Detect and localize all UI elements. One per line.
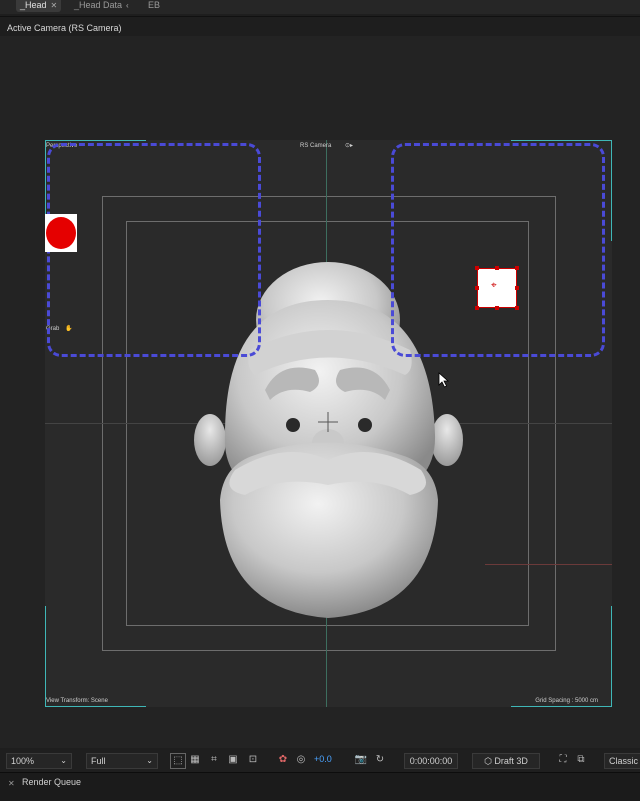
- tab-eb[interactable]: EB: [144, 0, 164, 12]
- transform-handle[interactable]: [515, 306, 519, 310]
- renderer-label: Draft 3D: [494, 756, 528, 766]
- grid-guides-icon[interactable]: ⌗: [207, 753, 221, 767]
- transform-handle[interactable]: [475, 306, 479, 310]
- reset-exposure-icon[interactable]: ◎: [294, 753, 308, 767]
- render-queue-panel: ✕ Render Queue: [0, 772, 640, 801]
- close-icon[interactable]: ✕: [51, 1, 58, 10]
- region-of-interest-icon[interactable]: ⬚: [170, 753, 186, 769]
- tab-head-data[interactable]: _Head Data ‹: [70, 0, 133, 12]
- grid-axis-x: [485, 564, 612, 565]
- camera-name-label: RS Camera: [300, 143, 332, 149]
- resolution-value: Full: [91, 756, 106, 766]
- transform-handle[interactable]: [495, 306, 499, 310]
- transparency-grid-icon[interactable]: ▦: [188, 753, 202, 767]
- view-mode-dropdown[interactable]: Classic 3D: [604, 753, 640, 769]
- tab-head[interactable]: _Head ✕: [16, 0, 62, 12]
- chevron-down-icon: ⌄: [60, 756, 67, 765]
- mask-visibility-icon[interactable]: ▣: [226, 753, 240, 767]
- white-square-layer[interactable]: ⌖: [475, 266, 519, 310]
- magnification-dropdown[interactable]: 100% ⌄: [6, 753, 72, 769]
- renderer-icon: ⬡: [484, 756, 495, 766]
- extended-viewer-icon[interactable]: ⛶: [556, 753, 570, 767]
- composition-tab-bar: _Head ✕ _Head Data ‹ EB: [0, 0, 640, 14]
- renderer-button[interactable]: ⬡ Draft 3D: [472, 753, 540, 769]
- transform-handle[interactable]: [475, 266, 479, 270]
- mouse-cursor-icon: [438, 372, 450, 388]
- color-channels-icon[interactable]: ✿: [276, 753, 290, 767]
- camera-snapshot-icon[interactable]: 📷: [354, 753, 368, 767]
- view-transform-label: View Transform: Scene: [46, 698, 108, 704]
- transform-handle[interactable]: [515, 266, 519, 270]
- anchor-point-icon[interactable]: ⌖: [491, 280, 497, 291]
- transform-handle[interactable]: [495, 266, 499, 270]
- camera-icon[interactable]: ⊙▸: [345, 142, 353, 149]
- snapshot-region-icon[interactable]: ⊡: [246, 753, 260, 767]
- draft-preview-icon[interactable]: ⧉: [574, 753, 588, 767]
- exposure-value[interactable]: +0.0: [314, 754, 332, 764]
- tab-head-label: _Head: [20, 0, 47, 10]
- selection-zone-left[interactable]: [47, 143, 261, 357]
- view-mode-label: Classic 3D: [609, 756, 640, 766]
- grid-spacing-label: Grid Spacing : 5000 cm: [535, 698, 598, 704]
- render-queue-tab[interactable]: Render Queue: [22, 777, 81, 787]
- red-circle-layer[interactable]: [45, 214, 77, 252]
- tab-eb-label: EB: [148, 0, 161, 10]
- viewer-toolbar: 100% ⌄ Full ⌄ ⬚ ▦ ⌗ ▣ ⊡ ✿ ◎ +0.0 📷 ↻ 0:00:…: [0, 750, 640, 772]
- magnification-value: 100%: [11, 756, 35, 766]
- selection-zone-right[interactable]: [391, 143, 605, 357]
- tab-head-data-label: _Head Data: [74, 0, 123, 10]
- transform-handle[interactable]: [515, 286, 519, 290]
- timecode-display[interactable]: 0:00:00:00: [404, 753, 458, 769]
- resolution-dropdown[interactable]: Full ⌄: [86, 753, 158, 769]
- transform-handle[interactable]: [475, 286, 479, 290]
- close-icon[interactable]: ✕: [8, 779, 15, 788]
- divider: [0, 16, 640, 17]
- chevron-left-icon[interactable]: ‹: [126, 1, 129, 10]
- composition-viewport[interactable]: Perspective RS Camera ⊙▸ Grab ✋ View Tra…: [45, 140, 612, 707]
- active-camera-label: Active Camera (RS Camera): [7, 23, 122, 33]
- chevron-down-icon: ⌄: [146, 756, 153, 765]
- show-snapshot-icon[interactable]: ↻: [373, 753, 387, 767]
